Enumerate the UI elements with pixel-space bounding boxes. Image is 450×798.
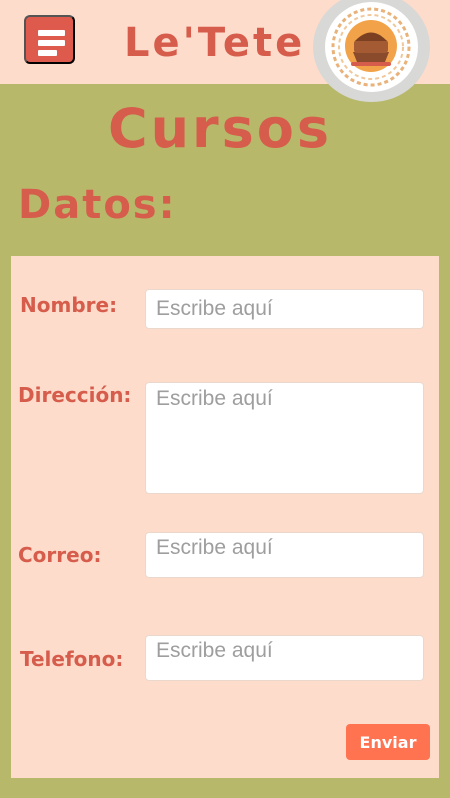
section-title: Datos: — [18, 182, 177, 228]
menu-button[interactable] — [24, 15, 75, 64]
name-label: Nombre: — [20, 293, 118, 317]
cake-logo-icon — [331, 7, 411, 87]
brand-name: Le'Tete — [124, 20, 306, 66]
email-input[interactable] — [145, 532, 424, 578]
phone-input[interactable] — [145, 635, 424, 681]
page-title: Cursos — [107, 97, 333, 160]
email-label: Correo: — [18, 543, 102, 567]
name-input[interactable] — [145, 289, 424, 329]
logo[interactable] — [313, 0, 430, 102]
form-card — [11, 256, 439, 778]
submit-button[interactable]: Enviar — [346, 724, 430, 760]
header-bar: Le'Tete — [0, 0, 450, 102]
phone-label: Telefono: — [20, 647, 124, 671]
address-textarea[interactable] — [145, 382, 424, 494]
address-label: Dirección: — [18, 383, 132, 407]
